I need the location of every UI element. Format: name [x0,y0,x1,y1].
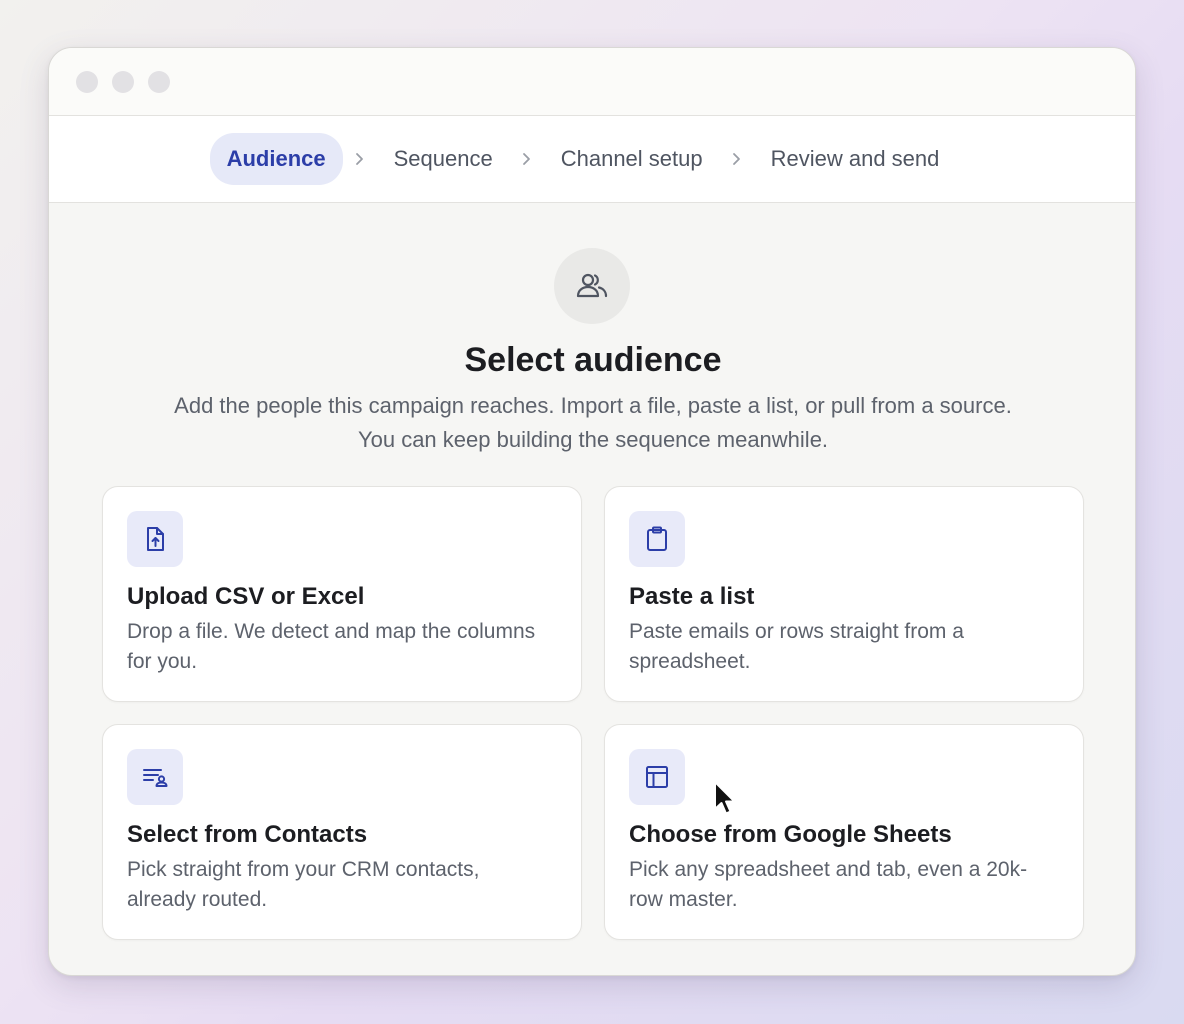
option-description: Pick any spreadsheet and tab, even a 20k… [629,858,1028,911]
option-description: Paste emails or rows straight from a spr… [629,620,964,673]
step-review-and-send[interactable]: Review and send [754,133,957,185]
step-sequence[interactable]: Sequence [377,133,510,185]
table-icon [629,749,685,805]
step-audience[interactable]: Audience [209,133,343,185]
window-minimize-dot[interactable] [112,70,134,93]
paste-list-option[interactable]: Paste a list Paste emails or rows straig… [604,486,1084,702]
audience-panel: Select audience Add the people this camp… [49,203,1135,975]
option-title: Upload CSV or Excel [127,583,365,610]
chevron-right-icon [510,152,544,166]
option-title: Select from Contacts [127,821,368,848]
chevron-right-icon [720,152,754,166]
option-description: Drop a file. We detect and map the colum… [127,620,536,673]
contacts-list-icon [127,749,183,805]
window-close-dot[interactable] [76,70,98,93]
option-title: Paste a list [629,583,755,610]
chevron-right-icon [343,152,377,166]
step-navigation: Audience Sequence Channel setup Review a… [49,116,1135,203]
google-sheets-option[interactable]: Choose from Google Sheets Pick any sprea… [604,724,1084,940]
title-bar [49,48,1135,116]
mouse-pointer-icon [712,780,740,823]
upload-csv-option[interactable]: Upload CSV or Excel Drop a file. We dete… [102,486,582,702]
page-subtitle: Add the people this campaign reaches. Im… [174,393,1012,452]
select-contacts-option[interactable]: Select from Contacts Pick straight from … [102,724,582,940]
step-channel-setup[interactable]: Channel setup [544,133,720,185]
option-description: Pick straight from your CRM contacts, al… [127,858,480,911]
users-icon [554,248,630,324]
app-window: Audience Sequence Channel setup Review a… [48,47,1136,976]
file-upload-icon [127,511,183,567]
clipboard-icon [629,511,685,567]
option-title: Choose from Google Sheets [629,821,952,848]
window-maximize-dot[interactable] [148,70,170,93]
page-title: Select audience [464,341,722,379]
